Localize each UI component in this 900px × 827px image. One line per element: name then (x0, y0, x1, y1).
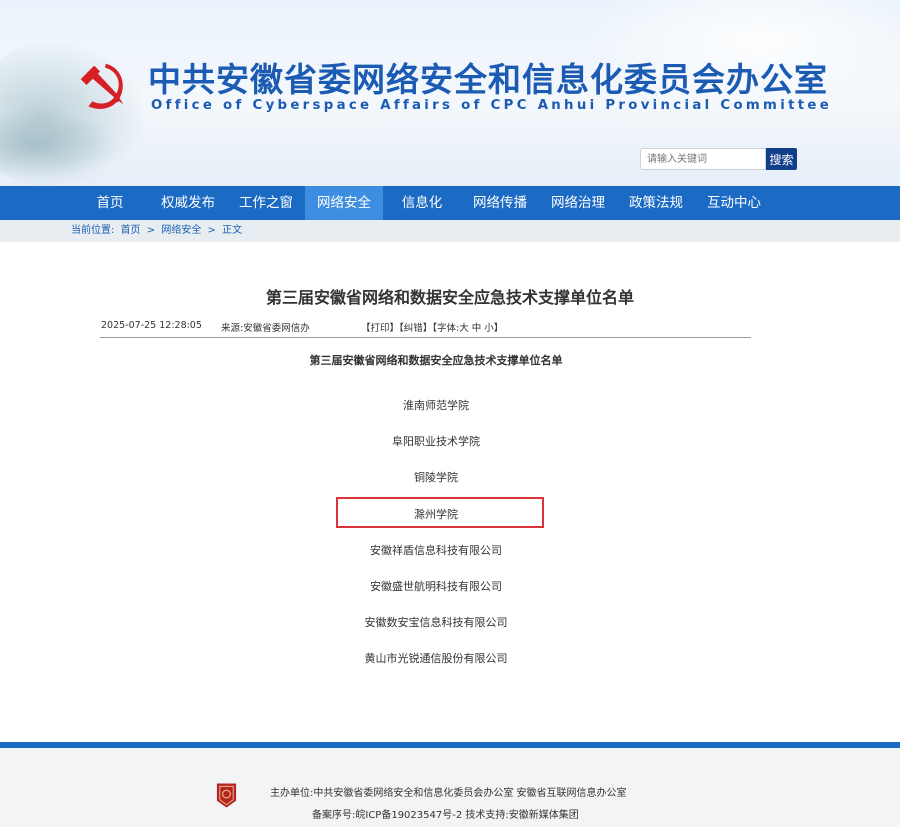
nav-item-authority[interactable]: 权威发布 (149, 186, 227, 220)
nav-item-communication[interactable]: 网络传播 (461, 186, 539, 220)
list-item: 阜阳职业技术学院 (0, 434, 872, 470)
breadcrumb-current: 正文 (222, 225, 243, 236)
article-source: 来源:安徽省委网信办 (221, 323, 310, 334)
search-input[interactable] (640, 148, 766, 170)
article-tools[interactable]: 【打印】【纠错】【字体:大 中 小】 (361, 320, 503, 334)
site-footer: 主办单位:中共安徽省委网络安全和信息化委员会办公室 安徽省互联网信息办公室 备案… (0, 748, 900, 827)
breadcrumb-separator: > (146, 225, 156, 236)
search-button[interactable]: 搜索 (766, 148, 797, 170)
list-item: 黄山市光锐通信股份有限公司 (0, 651, 872, 687)
nav-item-home[interactable]: 首页 (71, 186, 149, 220)
site-header: 中共安徽省委网络安全和信息化委员会办公室 Office of Cyberspac… (0, 0, 900, 186)
nav-item-interaction[interactable]: 互动中心 (695, 186, 773, 220)
breadcrumb: 当前位置: 首页 > 网络安全 > 正文 (71, 220, 245, 242)
list-item: 淮南师范学院 (0, 398, 872, 434)
unit-name: 安徽数安宝信息科技有限公司 (364, 616, 508, 630)
footer-organizer: 主办单位:中共安徽省委网络安全和信息化委员会办公室 安徽省互联网信息办公室 (270, 788, 627, 799)
unit-name: 淮南师范学院 (403, 399, 469, 412)
highlight-box (336, 497, 544, 528)
breadcrumb-home-link[interactable]: 首页 (121, 225, 141, 236)
site-subtitle: Office of Cyberspace Affairs of CPC Anhu… (151, 98, 833, 113)
unit-name: 黄山市光锐通信股份有限公司 (364, 652, 508, 666)
breadcrumb-separator: > (207, 225, 216, 236)
nav-item-governance[interactable]: 网络治理 (539, 186, 617, 220)
breadcrumb-bar: 当前位置: 首页 > 网络安全 > 正文 (0, 220, 900, 242)
party-emblem-icon (80, 63, 124, 109)
unit-name: 阜阳职业技术学院 (392, 435, 480, 449)
main-nav: 首页 权威发布 工作之窗 网络安全 信息化 网络传播 网络治理 政策法规 互动中… (0, 186, 900, 220)
breadcrumb-section-link[interactable]: 网络安全 (161, 225, 201, 236)
unit-name: 铜陵学院 (414, 471, 458, 485)
breadcrumb-prefix: 当前位置: (71, 225, 115, 236)
search-bar: 搜索 (640, 148, 797, 170)
list-item: 安徽祥盾信息科技有限公司 (0, 543, 872, 579)
nav-item-policy[interactable]: 政策法规 (617, 186, 695, 220)
list-heading: 第三届安徽省网络和数据安全应急技术支撑单位名单 (309, 354, 563, 367)
article-title: 第三届安徽省网络和数据安全应急技术支撑单位名单 (265, 288, 634, 307)
unit-name: 安徽祥盾信息科技有限公司 (370, 543, 502, 557)
nav-item-work-window[interactable]: 工作之窗 (227, 186, 305, 220)
nav-item-informatization[interactable]: 信息化 (383, 186, 461, 220)
list-item: 安徽数安宝信息科技有限公司 (0, 615, 872, 651)
gov-badge-icon (216, 783, 237, 808)
publish-date: 2025-07-25 12:28:05 (101, 320, 202, 331)
unit-list: 淮南师范学院 阜阳职业技术学院 铜陵学院 滁州学院 安徽祥盾信息科技有限公司 安… (0, 398, 872, 688)
list-item: 安徽盛世航明科技有限公司 (0, 579, 872, 615)
unit-name: 安徽盛世航明科技有限公司 (370, 579, 502, 593)
meta-divider (100, 337, 751, 338)
site-title: 中共安徽省委网络安全和信息化委员会办公室 (148, 60, 828, 99)
footer-icp: 备案序号:皖ICP备19023547号-2 技术支持:安徽新媒体集团 (312, 810, 579, 821)
nav-item-cyber-security[interactable]: 网络安全 (305, 186, 383, 220)
